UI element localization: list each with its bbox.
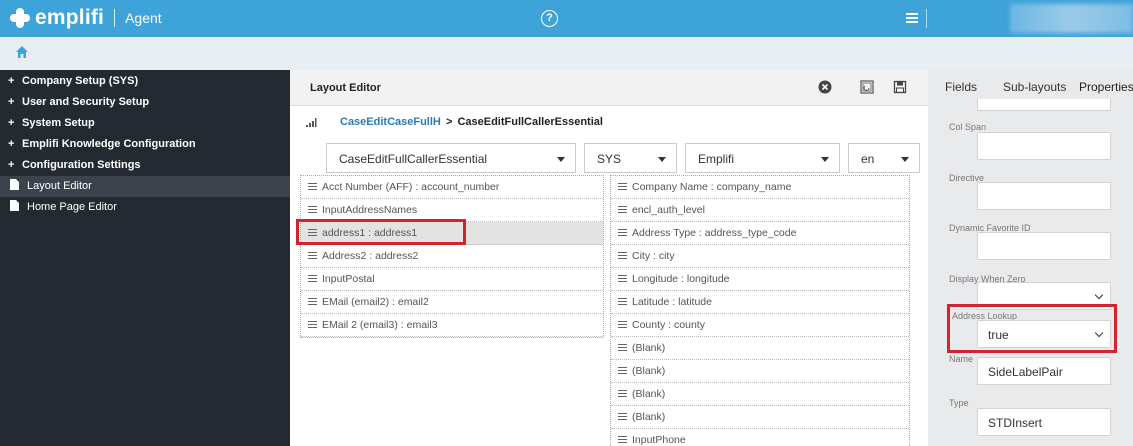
drag-handle-icon[interactable] — [308, 298, 317, 305]
sidebar-item-user-security[interactable]: + User and Security Setup — [8, 92, 149, 112]
drag-handle-icon[interactable] — [308, 321, 317, 328]
properties-panel: Fields Sub-layouts Properties Col Span D… — [928, 70, 1133, 446]
drag-handle-icon[interactable] — [618, 252, 627, 259]
sidebar-item-company-setup[interactable]: + Company Setup (SYS) — [8, 71, 138, 91]
sidebar-item-layout-editor[interactable]: Layout Editor — [8, 176, 92, 196]
language-select[interactable]: en — [848, 143, 920, 173]
scope-select[interactable]: SYS — [584, 143, 677, 173]
layout-column-left: Acct Number (AFF) : account_number Input… — [300, 175, 604, 338]
user-info-redacted — [1010, 4, 1133, 33]
dropdown-arrow-icon — [557, 157, 565, 162]
drag-handle-icon[interactable] — [618, 321, 627, 328]
property-input-clipped[interactable] — [977, 99, 1111, 111]
tab-properties[interactable]: Properties — [1079, 80, 1133, 94]
layout-column-right: Company Name : company_name encl_auth_le… — [610, 175, 910, 446]
drag-handle-icon[interactable] — [618, 183, 627, 190]
layout-select[interactable]: CaseEditFullCallerEssential — [326, 143, 576, 173]
name-label: Name — [949, 354, 974, 364]
logo[interactable]: emplifi Agent — [10, 5, 162, 31]
dynamic-favorite-id-input[interactable] — [977, 232, 1111, 260]
layout-field-row[interactable]: Acct Number (AFF) : account_number — [301, 176, 603, 199]
layout-field-row[interactable]: (Blank) — [611, 360, 909, 383]
layout-field-row[interactable]: EMail (email2) : email2 — [301, 291, 603, 314]
col-span-input[interactable] — [977, 132, 1111, 160]
editor-title: Layout Editor — [310, 82, 381, 94]
type-label: Type — [949, 398, 969, 408]
dropdown-arrow-icon — [658, 157, 666, 162]
drag-handle-icon[interactable] — [308, 275, 317, 282]
drag-handle-icon[interactable] — [618, 413, 627, 420]
top-bar: emplifi Agent ? — [0, 0, 1133, 37]
dropdown-arrow-icon — [821, 157, 829, 162]
layout-field-row[interactable]: Latitude : latitude — [611, 291, 909, 314]
layout-field-row[interactable]: (Blank) — [611, 337, 909, 360]
sidebar-item-system-setup[interactable]: + System Setup — [8, 113, 95, 133]
breadcrumb-link[interactable]: CaseEditCaseFullH — [340, 116, 441, 128]
home-icon[interactable] — [15, 45, 29, 59]
highlight-box-address-lookup — [947, 304, 1117, 353]
drag-handle-icon[interactable] — [308, 252, 317, 259]
layout-editor-panel: Layout Editor CaseEditCaseFullH > CaseEd… — [290, 70, 928, 446]
menu-icon[interactable] — [906, 13, 918, 23]
drag-handle-icon[interactable] — [618, 436, 627, 443]
drag-handle-icon[interactable] — [618, 275, 627, 282]
topbar-divider — [926, 9, 927, 28]
brand-name: emplifi — [35, 6, 105, 29]
brand-logo-icon — [10, 8, 30, 28]
close-icon[interactable] — [818, 80, 832, 94]
tab-sub-layouts[interactable]: Sub-layouts — [1003, 80, 1066, 94]
breadcrumb-separator: > — [445, 116, 453, 128]
layout-field-row[interactable]: Longitude : longitude — [611, 268, 909, 291]
logo-divider — [114, 9, 116, 27]
save-icon[interactable] — [893, 80, 907, 94]
layout-field-row[interactable]: InputPhone — [611, 429, 909, 446]
drag-handle-icon[interactable] — [618, 206, 627, 213]
product-name: Agent — [125, 10, 162, 26]
refresh-document-icon[interactable] — [860, 80, 874, 94]
tab-fields[interactable]: Fields — [945, 80, 977, 94]
name-input[interactable]: SideLabelPair — [977, 357, 1111, 385]
drag-handle-icon[interactable] — [618, 344, 627, 351]
chevron-down-icon — [1094, 290, 1104, 300]
file-icon — [10, 179, 19, 190]
dropdown-arrow-icon — [901, 157, 909, 162]
signal-icon — [306, 118, 317, 127]
layout-field-row[interactable]: Address Type : address_type_code — [611, 222, 909, 245]
breadcrumb: CaseEditCaseFullH > CaseEditFullCallerEs… — [340, 116, 603, 128]
directive-input[interactable] — [977, 182, 1111, 210]
drag-handle-icon[interactable] — [308, 206, 317, 213]
home-bar — [0, 37, 1133, 70]
col-span-label: Col Span — [949, 122, 987, 132]
sidebar-item-config-settings[interactable]: + Configuration Settings — [8, 155, 141, 175]
type-input[interactable]: STDInsert — [977, 408, 1111, 436]
sidebar-item-knowledge-config[interactable]: + Emplifi Knowledge Configuration — [8, 134, 196, 154]
company-select[interactable]: Emplifi — [685, 143, 840, 173]
layout-field-row[interactable]: County : county — [611, 314, 909, 337]
file-icon — [10, 200, 19, 211]
drag-handle-icon[interactable] — [618, 367, 627, 374]
drag-handle-icon[interactable] — [618, 229, 627, 236]
breadcrumb-current: CaseEditFullCallerEssential — [457, 116, 603, 128]
layout-field-row[interactable]: City : city — [611, 245, 909, 268]
layout-field-row[interactable]: InputPostal — [301, 268, 603, 291]
sidebar-item-home-page-editor[interactable]: Home Page Editor — [8, 197, 117, 217]
layout-field-row[interactable]: (Blank) — [611, 406, 909, 429]
layout-field-row[interactable]: encl_auth_level — [611, 199, 909, 222]
drag-handle-icon[interactable] — [618, 298, 627, 305]
layout-field-row[interactable]: Company Name : company_name — [611, 176, 909, 199]
layout-field-row[interactable]: EMail 2 (email3) : email3 — [301, 314, 603, 337]
layout-field-row[interactable]: (Blank) — [611, 383, 909, 406]
editor-header: Layout Editor — [290, 70, 928, 106]
sidebar: + Company Setup (SYS) + User and Security … — [0, 70, 290, 446]
layout-field-row[interactable]: Address2 : address2 — [301, 245, 603, 268]
drag-handle-icon[interactable] — [618, 390, 627, 397]
help-icon[interactable]: ? — [541, 10, 558, 27]
drag-handle-icon[interactable] — [308, 183, 317, 190]
highlight-box-address1 — [296, 219, 466, 245]
